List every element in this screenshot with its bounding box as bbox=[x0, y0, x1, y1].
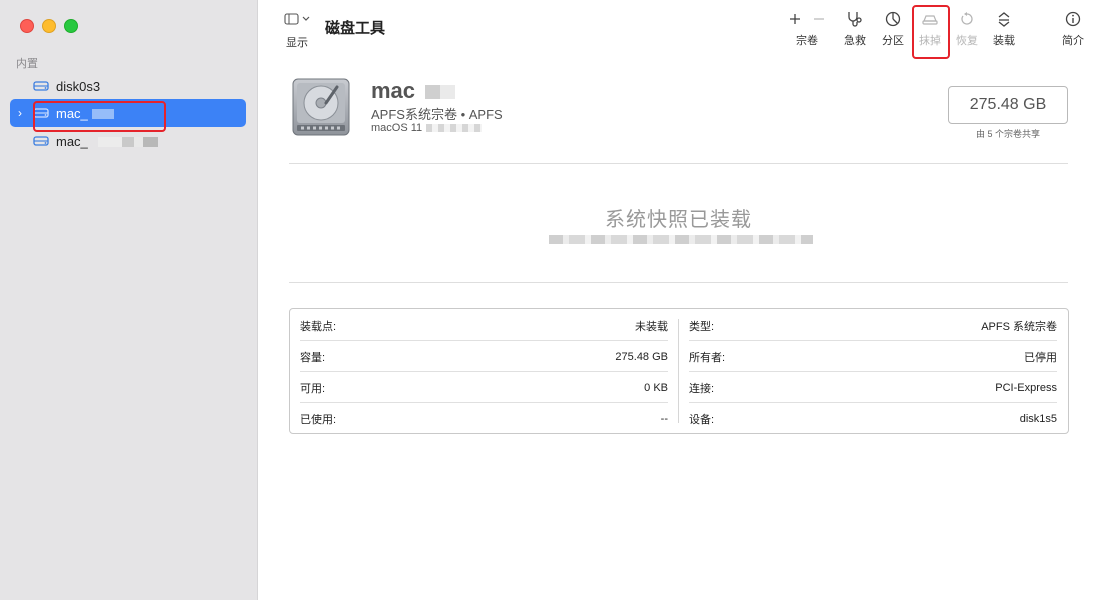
toolbar: 显示 磁盘工具 宗卷 急救 分区 抹掉 恢复 装载 简介 bbox=[257, 0, 1100, 60]
info-button[interactable]: 简介 bbox=[1053, 10, 1093, 48]
highlight-box bbox=[912, 5, 950, 59]
volume-size-badge: 275.48 GB bbox=[948, 86, 1068, 124]
zoom-window-button[interactable] bbox=[64, 19, 78, 33]
sidebar-section-internal: 内置 bbox=[16, 58, 38, 70]
app-title: 磁盘工具 bbox=[325, 20, 386, 37]
info-table: 装载点: 未装载 容量: 275.48 GB 可用: 0 KB 已使用: -- 类型: A… bbox=[289, 308, 1069, 434]
volume-name: mac bbox=[371, 78, 456, 104]
partition-button-label: 分区 bbox=[882, 35, 904, 47]
info-row: 容量: 275.48 GB bbox=[300, 350, 668, 364]
main-content: mac APFS系统宗卷 • APFS macOS 11 275.48 GB 由… bbox=[257, 60, 1100, 600]
info-column-right: 类型: APFS 系统宗卷 所有者: 已停用 连接: PCI-Express 设备: d… bbox=[689, 309, 1057, 433]
drive-icon bbox=[30, 135, 52, 147]
volume-button-label: 宗卷 bbox=[796, 35, 818, 47]
sidebar-item-label: disk0s3 bbox=[56, 78, 101, 94]
sidebar: 内置 disk0s3 › mac_ mac_ bbox=[0, 0, 258, 600]
info-row: 连接: PCI-Express bbox=[689, 381, 1057, 395]
window-controls bbox=[20, 19, 78, 33]
sidebar-item-label: mac_ bbox=[56, 134, 158, 149]
redacted-text bbox=[549, 235, 813, 244]
plus-minus-icon bbox=[786, 10, 828, 28]
volume-size-note: 由 5 个宗卷共享 bbox=[975, 129, 1040, 139]
info-row: 已使用: -- bbox=[300, 412, 668, 426]
divider bbox=[289, 163, 1068, 164]
info-column-left: 装载点: 未装载 容量: 275.48 GB 可用: 0 KB 已使用: -- bbox=[300, 309, 668, 433]
sidebar-toggle-icon bbox=[284, 13, 310, 28]
redacted-text bbox=[97, 137, 158, 148]
chevron-right-icon[interactable]: › bbox=[10, 106, 30, 120]
info-row: 可用: 0 KB bbox=[300, 381, 668, 395]
highlight-box bbox=[33, 101, 166, 132]
divider bbox=[289, 282, 1068, 283]
sidebar-item-disk0s3[interactable]: disk0s3 bbox=[10, 72, 246, 100]
minimize-window-button[interactable] bbox=[42, 19, 56, 33]
partition-icon bbox=[873, 10, 913, 28]
info-row: 所有者: 已停用 bbox=[689, 351, 1057, 364]
info-icon bbox=[1053, 10, 1093, 28]
restore-icon bbox=[947, 10, 987, 28]
redacted-text bbox=[426, 124, 483, 133]
volume-type: APFS系统宗卷 • APFS bbox=[371, 107, 503, 122]
restore-button[interactable]: 恢复 bbox=[947, 10, 987, 48]
info-row: 设备: disk1s5 bbox=[689, 412, 1057, 426]
redacted-text bbox=[425, 85, 456, 100]
close-window-button[interactable] bbox=[20, 19, 34, 33]
stethoscope-icon bbox=[835, 10, 875, 28]
info-row: 装载点: 未装载 bbox=[300, 320, 668, 333]
volume-button[interactable]: 宗卷 bbox=[786, 10, 828, 48]
info-row: 类型: APFS 系统宗卷 bbox=[689, 320, 1057, 333]
first-aid-button-label: 急救 bbox=[844, 35, 866, 47]
view-button-label: 显示 bbox=[286, 37, 308, 49]
drive-icon bbox=[30, 80, 52, 92]
restore-button-label: 恢复 bbox=[956, 35, 978, 47]
column-separator bbox=[678, 319, 679, 423]
snapshot-title: 系统快照已装载 bbox=[605, 209, 752, 231]
hard-drive-icon bbox=[290, 77, 354, 139]
info-button-label: 简介 bbox=[1062, 35, 1084, 47]
first-aid-button[interactable]: 急救 bbox=[835, 10, 875, 48]
disk-utility-window: 内置 disk0s3 › mac_ mac_ 显示 磁盘工具 宗卷 急救 分区 … bbox=[0, 0, 1100, 600]
view-button[interactable]: 显示 bbox=[279, 12, 315, 50]
partition-button[interactable]: 分区 bbox=[873, 10, 913, 48]
mount-button-label: 装载 bbox=[993, 35, 1015, 47]
mount-icon bbox=[984, 10, 1024, 28]
volume-os: macOS 11 bbox=[371, 122, 483, 134]
mount-button[interactable]: 装载 bbox=[984, 10, 1024, 48]
